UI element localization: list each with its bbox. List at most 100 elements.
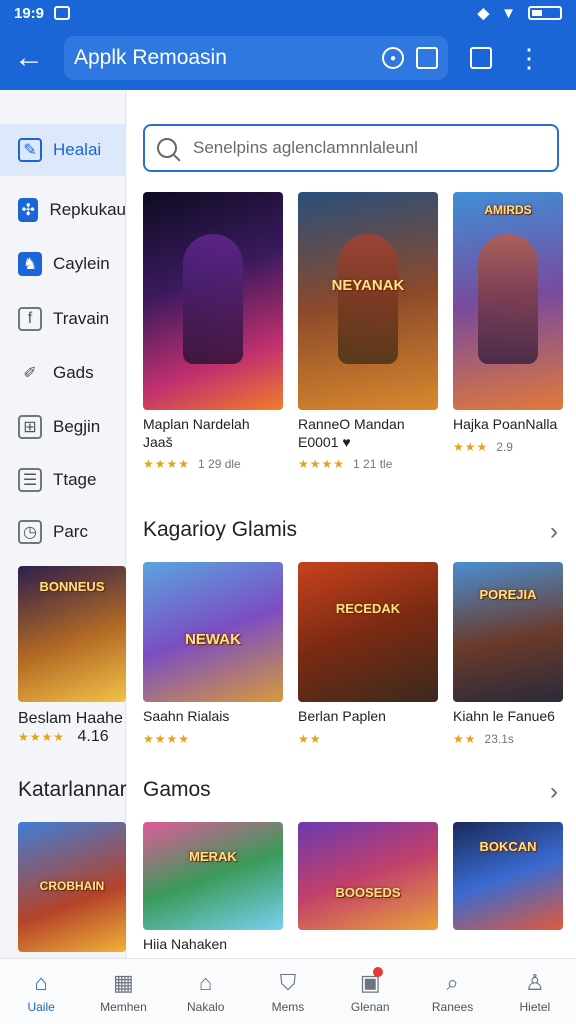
star-rating-icon: ★★★★ <box>298 457 346 471</box>
star-rating-icon: ★★★ <box>453 439 489 454</box>
game-logo: RECEDAK <box>335 601 401 616</box>
nav-label: Glenan <box>350 999 390 1014</box>
list-icon: ☰ <box>18 468 42 492</box>
nav-item-mems[interactable]: ⛉ Mems <box>247 959 329 1024</box>
nav-item-uaile[interactable]: ⌂ Uaile <box>0 959 82 1024</box>
game-title: Kiahn le Fanue6 <box>453 708 555 724</box>
person-icon: ♙ <box>524 969 545 995</box>
house-icon: ⌂ <box>199 969 213 995</box>
sidebar-game-card[interactable]: BONNEUS Beslam Haahe ★★★★ 4.16 <box>18 566 126 746</box>
calendar-icon: ▦ <box>113 969 134 995</box>
sidebar-item-parc[interactable]: ◷ Parc <box>0 506 126 558</box>
nav-item-memhen[interactable]: ▦ Memhen <box>82 959 164 1024</box>
game-card[interactable]: NEYANAK RanneO Mandan E0001 ♥ ★★★★ 1 21 … <box>298 192 438 471</box>
game-logo: MERAK <box>189 849 237 864</box>
record-icon[interactable]: ● <box>382 47 404 69</box>
sidebar-item-label: Begjin <box>53 417 101 436</box>
game-logo: CROBHAIN <box>39 879 105 893</box>
status-time: 19:9 <box>14 4 45 22</box>
sidebar-item-label: Travain <box>53 309 110 328</box>
game-title: RanneO Mandan E0001 ♥ <box>298 416 405 450</box>
sidebar-game-card[interactable]: CROBHAIN <box>18 822 126 952</box>
game-thumbnail: BOKCAN <box>453 822 563 930</box>
game-rating: ★★ 23.1s <box>453 731 514 746</box>
home-icon: ⌂ <box>34 969 48 995</box>
game-card[interactable]: Maplan Nardelah Jaaš ★★★★ 1 29 dle <box>143 192 283 471</box>
shield-icon: ⛉ <box>279 969 297 995</box>
nav-item-hietel[interactable]: ♙ Hietel <box>494 959 576 1024</box>
game-thumbnail: NEWAK <box>143 562 283 702</box>
title-pill[interactable]: Applk Remoasin ● <box>64 36 448 80</box>
sidebar-item-label: Repkukau <box>49 200 126 219</box>
game-title: Maplan Nardelah Jaaš <box>143 416 250 450</box>
game-card[interactable]: BOKCAN <box>453 822 563 930</box>
game-rating: ★★★★ 4.16 <box>18 728 109 745</box>
game-logo: NEYANAK <box>331 277 405 294</box>
nav-label: Hietel <box>519 999 551 1014</box>
game-logo: BOKCAN <box>479 839 537 854</box>
game-card[interactable]: POREJIA Kiahn le Fanue6 ★★ 23.1s <box>453 562 563 746</box>
section-title: Gamos <box>143 778 211 801</box>
chevron-right-icon[interactable]: › <box>550 518 558 546</box>
sidebar-item-gads[interactable]: ✐ Gads <box>0 347 126 399</box>
game-card[interactable]: RECEDAK Berlan Paplen ★★ <box>298 562 438 746</box>
game-thumbnail: RECEDAK <box>298 562 438 702</box>
game-rating: ★★★★ <box>143 732 283 746</box>
sidebar-item-caylein[interactable]: ♞ Caylein <box>0 238 126 290</box>
character-art <box>183 234 243 364</box>
sidebar-item-repkukau[interactable]: ✣ Repkukau <box>0 184 126 236</box>
sidebar-section-title: Katarlannar <box>18 778 127 801</box>
sidebar-item-healai[interactable]: ✎ Healai <box>0 124 126 176</box>
game-card[interactable]: AMIRDS Hajka PoanNalla ★★★ 2.9 <box>453 192 563 454</box>
nav-item-ranees[interactable]: ⌕ Ranees <box>411 959 493 1024</box>
star-rating-icon: ★★ <box>298 731 322 746</box>
app-bar: ← Applk Remoasin ● ⋮ <box>0 26 576 90</box>
star-rating-icon: ★★★★ <box>143 731 191 746</box>
wifi-icon: ▼ <box>501 4 516 22</box>
game-thumbnail: NEYANAK <box>298 192 438 410</box>
notification-icon <box>54 6 71 20</box>
game-title: Hiia Nahaken <box>143 936 228 952</box>
back-arrow-icon[interactable]: ← <box>14 43 54 73</box>
game-rating: ★★★ 2.9 <box>453 439 513 454</box>
search-icon <box>157 138 177 158</box>
sidebar-item-label: Caylein <box>53 254 110 273</box>
nav-label: Memhen <box>100 999 147 1014</box>
more-vert-icon[interactable]: ⋮ <box>516 45 542 71</box>
nav-item-nakalo[interactable]: ⌂ Nakalo <box>165 959 247 1024</box>
game-rating: ★★ <box>298 732 438 746</box>
nav-label: Nakalo <box>187 999 225 1014</box>
game-thumbnail: AMIRDS <box>453 192 563 410</box>
battery-icon <box>528 6 562 20</box>
game-title: Berlan Paplen <box>298 708 386 724</box>
leaf-icon: ✎ <box>18 138 42 162</box>
character-icon: ♞ <box>18 252 42 276</box>
sidebar-item-ttage[interactable]: ☰ Ttage <box>0 454 126 506</box>
game-logo: BOOSEDS <box>335 885 401 900</box>
chevron-right-icon[interactable]: › <box>550 778 558 806</box>
game-thumbnail: POREJIA <box>453 562 563 702</box>
pencil-icon: ✐ <box>23 365 37 382</box>
game-thumbnail: BONNEUS <box>18 566 126 702</box>
sidebar-item-travain[interactable]: f Travain <box>0 293 126 345</box>
tablet-icon[interactable] <box>416 47 438 69</box>
game-title: Saahn Rialais <box>143 708 230 724</box>
game-title: Beslam Haahe <box>18 710 123 727</box>
bookmark-icon[interactable] <box>470 47 492 69</box>
game-logo: POREJIA <box>479 587 537 602</box>
main-panel: Maplan Nardelah Jaaš ★★★★ 1 29 dle NEYAN… <box>127 90 576 958</box>
game-card[interactable]: BOOSEDS <box>298 822 438 930</box>
nav-item-glenan[interactable]: ▣ Glenan <box>329 959 411 1024</box>
sidebar-item-label: Gads <box>53 363 94 382</box>
search-bar[interactable] <box>143 124 559 172</box>
nav-label: Ranees <box>431 999 474 1014</box>
game-card[interactable]: NEWAK Saahn Rialais ★★★★ <box>143 562 283 746</box>
sidebar-item-begjin[interactable]: ⊞ Begjin <box>0 401 126 453</box>
game-thumbnail <box>143 192 283 410</box>
bottom-nav: ⌂ Uaile ▦ Memhen ⌂ Nakalo ⛉ Mems ▣ Glena… <box>0 958 576 1024</box>
sidebar-item-label: Parc <box>53 522 88 541</box>
search-input[interactable] <box>193 138 545 158</box>
game-thumbnail: BOOSEDS <box>298 822 438 930</box>
game-card[interactable]: MERAK Hiia Nahaken <box>143 822 283 954</box>
grid-icon: ⊞ <box>18 415 42 439</box>
